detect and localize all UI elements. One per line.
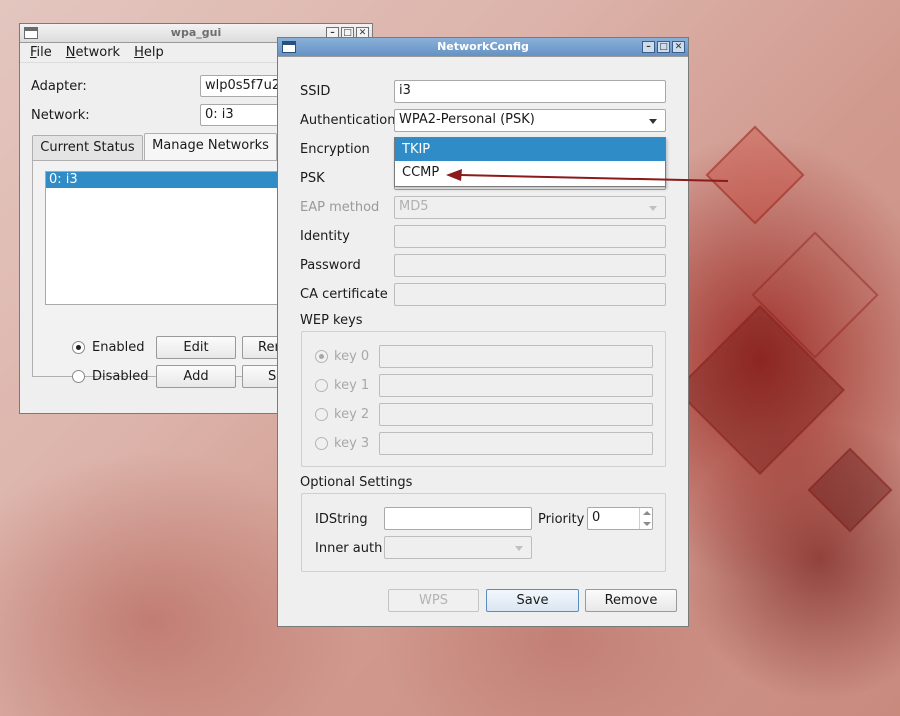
maximize-icon[interactable]: □ (657, 41, 670, 53)
tab-manage-networks[interactable]: Manage Networks (144, 133, 277, 160)
password-input (394, 254, 666, 277)
list-item[interactable]: 0: i3 (46, 172, 284, 188)
enabled-radio[interactable] (72, 341, 85, 354)
network-label: Network: (31, 108, 90, 123)
close-icon[interactable]: ✕ (672, 41, 685, 53)
ssid-input[interactable]: i3 (394, 80, 666, 103)
wep-keys-group-label: WEP keys (300, 313, 363, 328)
wep-key-1-label: key 1 (334, 378, 370, 393)
disabled-label: Disabled (92, 369, 149, 384)
wep-key-1-radio (315, 379, 328, 392)
menu-network[interactable]: Network (66, 45, 120, 60)
wep-key-2-radio (315, 408, 328, 421)
password-label: Password (300, 258, 361, 273)
wep-key-2-input (379, 403, 653, 426)
encryption-option-tkip[interactable]: TKIP (395, 138, 665, 161)
wep-key-3-input (379, 432, 653, 455)
priority-stepper-icon[interactable] (639, 508, 653, 529)
tab-current-status[interactable]: Current Status (32, 135, 143, 160)
network-config-titlebar[interactable]: NetworkConfig – □ ✕ (278, 38, 688, 57)
network-list[interactable]: 0: i3 (45, 171, 285, 305)
wep-key-0-input (379, 345, 653, 368)
identity-label: Identity (300, 229, 350, 244)
disabled-radio[interactable] (72, 370, 85, 383)
wep-key-2-label: key 2 (334, 407, 370, 422)
authentication-select[interactable]: WPA2-Personal (PSK) (394, 109, 666, 132)
eap-method-label: EAP method (300, 200, 380, 215)
remove-button[interactable]: Remove (585, 589, 677, 612)
priority-label: Priority (538, 512, 585, 527)
menu-file[interactable]: File (30, 45, 52, 60)
ca-certificate-label: CA certificate (300, 287, 388, 302)
encryption-dropdown-list[interactable]: TKIP CCMP (394, 137, 666, 187)
edit-button[interactable]: Edit (156, 336, 236, 359)
wallpaper-shape (705, 125, 805, 225)
wep-key-0-label: key 0 (334, 349, 370, 364)
window-title: NetworkConfig (437, 40, 529, 53)
window-icon (282, 41, 296, 53)
minimize-icon[interactable]: – (642, 41, 655, 53)
identity-input (394, 225, 666, 248)
idstring-input[interactable] (384, 507, 532, 530)
optional-settings-group: IDString Priority 0 Inner auth (301, 493, 666, 572)
wallpaper-shape (807, 447, 893, 533)
ca-certificate-input (394, 283, 666, 306)
adapter-label: Adapter: (31, 79, 87, 94)
inner-auth-select (384, 536, 532, 559)
encryption-option-ccmp[interactable]: CCMP (395, 161, 665, 184)
encryption-label: Encryption (300, 142, 370, 157)
window-title: wpa_gui (170, 26, 222, 39)
wep-key-0-radio (315, 350, 328, 363)
idstring-label: IDString (315, 512, 368, 527)
add-button[interactable]: Add (156, 365, 236, 388)
ssid-label: SSID (300, 84, 331, 99)
optional-settings-group-label: Optional Settings (300, 475, 413, 490)
eap-method-select: MD5 (394, 196, 666, 219)
save-button[interactable]: Save (486, 589, 579, 612)
wep-keys-group: key 0 key 1 key 2 key 3 (301, 331, 666, 467)
enabled-label: Enabled (92, 340, 145, 355)
window-icon (24, 27, 38, 39)
wps-button: WPS (388, 589, 479, 612)
authentication-label: Authentication (300, 113, 396, 128)
psk-label: PSK (300, 171, 325, 186)
wep-key-1-input (379, 374, 653, 397)
network-config-window: NetworkConfig – □ ✕ SSID i3 Authenticati… (277, 37, 689, 627)
menu-help[interactable]: Help (134, 45, 164, 60)
wep-key-3-radio (315, 437, 328, 450)
manage-networks-pane: 0: i3 Enabled Disabled Edit Add Ren Sc (32, 160, 292, 388)
wep-key-3-label: key 3 (334, 436, 370, 451)
inner-auth-label: Inner auth (315, 541, 383, 556)
